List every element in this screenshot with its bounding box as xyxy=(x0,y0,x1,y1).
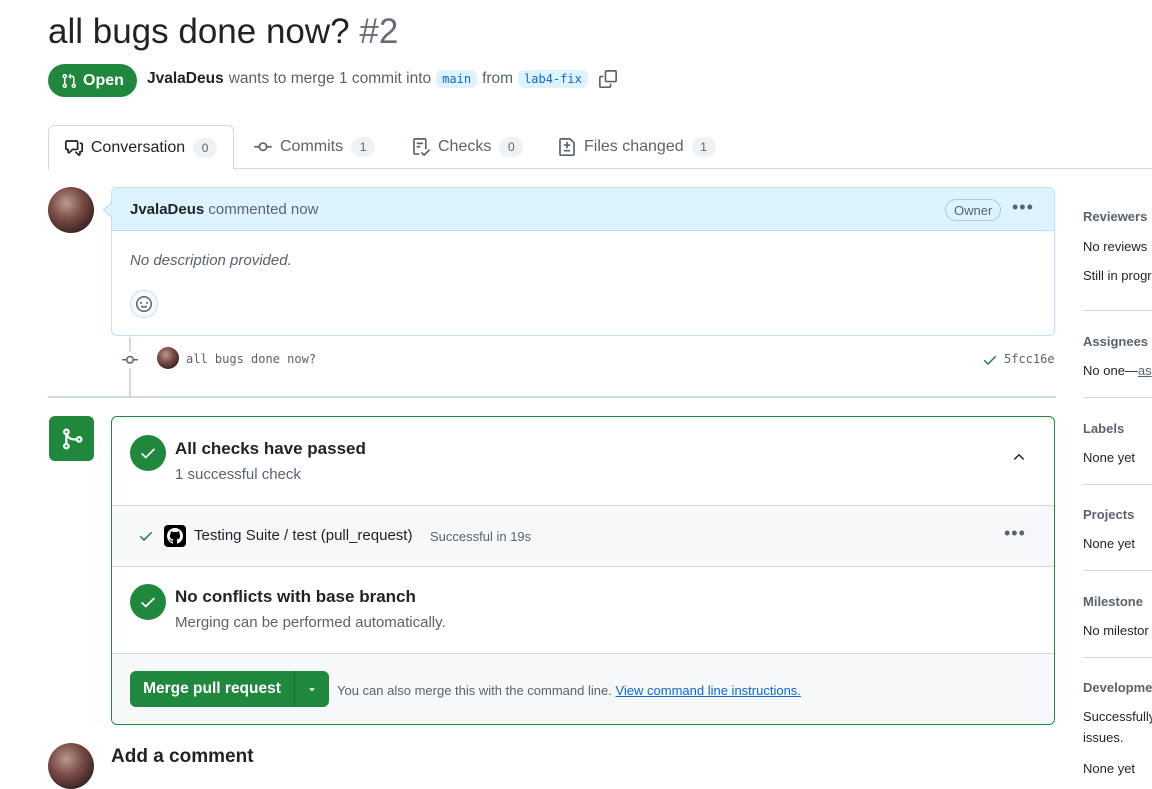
git-merge-icon xyxy=(62,428,83,449)
checks-subtitle: 1 successful check xyxy=(175,466,301,483)
development-value-2: issues. xyxy=(1083,730,1124,745)
tab-files-changed-label: Files changed xyxy=(584,138,684,155)
comment-box: JvalaDeus commented now Owner ••• No des… xyxy=(103,187,1055,336)
merge-options-dropdown[interactable] xyxy=(294,671,329,707)
commit-sha-link[interactable]: 5fcc16e xyxy=(1004,352,1055,366)
tab-checks-label: Checks xyxy=(438,138,492,155)
check-circle-icon xyxy=(130,584,166,620)
tab-conversation[interactable]: Conversation 0 xyxy=(48,125,234,170)
github-actions-icon xyxy=(164,525,186,547)
smiley-icon xyxy=(136,296,152,312)
pr-title-text: all bugs done now? xyxy=(48,12,350,51)
assignees-value: No one—as xyxy=(1083,363,1152,378)
cli-hint: You can also merge this with the command… xyxy=(337,683,801,698)
kebab-horizontal-icon[interactable]: ••• xyxy=(1012,197,1034,218)
projects-heading[interactable]: Projects xyxy=(1083,507,1134,522)
triangle-down-icon xyxy=(309,688,315,692)
check-run-status: Successful in 19s xyxy=(430,529,532,544)
commit-avatar[interactable] xyxy=(157,347,179,369)
git-commit-icon xyxy=(254,142,272,152)
conflicts-subtitle: Merging can be performed automatically. xyxy=(175,614,446,631)
status-badge: Open xyxy=(48,64,137,97)
sidebar-divider xyxy=(1083,484,1152,485)
assign-yourself-link[interactable]: as xyxy=(1138,363,1152,378)
tab-checks[interactable]: Checks 0 xyxy=(412,125,524,169)
page-title: all bugs done now? #2 xyxy=(48,12,398,52)
tab-commits-count: 1 xyxy=(351,137,376,157)
comment-action: commented now xyxy=(208,201,319,218)
git-pull-request-icon xyxy=(62,73,77,88)
merge-status-icon-box xyxy=(49,416,94,461)
tab-commits-label: Commits xyxy=(280,138,344,155)
projects-value: None yet xyxy=(1083,536,1136,551)
add-reaction-button[interactable] xyxy=(130,290,158,318)
assignees-none: No one— xyxy=(1083,363,1138,378)
reviewers-heading[interactable]: Reviewers xyxy=(1083,209,1147,224)
conflicts-title: No conflicts with base branch xyxy=(175,587,416,606)
merge-button-label[interactable]: Merge pull request xyxy=(130,671,294,707)
commit-message-link[interactable]: all bugs done now? xyxy=(186,352,316,366)
git-commit-icon xyxy=(122,352,138,368)
labels-heading[interactable]: Labels xyxy=(1083,421,1124,436)
comment-header: JvalaDeus commented now Owner ••• xyxy=(112,188,1054,231)
reviewers-value: No reviews xyxy=(1083,239,1148,254)
milestone-heading[interactable]: Milestone xyxy=(1083,594,1143,609)
milestone-value: No milestor xyxy=(1083,623,1149,638)
check-icon xyxy=(140,532,152,541)
reviewers-sub: Still in progr xyxy=(1083,268,1152,283)
checks-summary[interactable]: All checks have passed 1 successful chec… xyxy=(112,417,1054,505)
add-comment-heading: Add a comment xyxy=(111,746,254,767)
development-value-1: Successfully xyxy=(1083,709,1152,724)
comment-meta: JvalaDeus commented now xyxy=(130,201,318,218)
status-label: Open xyxy=(83,71,124,89)
check-circle-icon xyxy=(130,435,166,471)
tab-files-changed[interactable]: Files changed 1 xyxy=(558,125,716,169)
checks-title: All checks have passed xyxy=(175,439,366,458)
tab-conversation-label: Conversation xyxy=(90,139,186,156)
sidebar-divider xyxy=(1083,570,1152,571)
tab-files-changed-count: 1 xyxy=(691,137,716,157)
merge-box: All checks have passed 1 successful chec… xyxy=(111,416,1055,725)
sidebar-divider xyxy=(1083,310,1152,311)
comment-discussion-icon xyxy=(64,140,83,156)
sidebar-divider xyxy=(1083,657,1152,658)
conflicts-section: No conflicts with base branch Merging ca… xyxy=(112,565,1054,654)
check-run-row: Testing Suite / test (pull_request) Succ… xyxy=(112,505,1054,567)
base-branch[interactable]: main xyxy=(436,70,478,88)
development-value-3: None yet xyxy=(1083,761,1136,776)
labels-value: None yet xyxy=(1083,450,1136,465)
kebab-horizontal-icon[interactable]: ••• xyxy=(1004,523,1026,544)
avatar[interactable] xyxy=(48,187,94,233)
development-heading[interactable]: Developme xyxy=(1083,680,1152,695)
pr-author-link[interactable]: JvalaDeus xyxy=(147,70,224,88)
owner-badge: Owner xyxy=(945,199,1002,221)
sidebar-divider xyxy=(1083,397,1152,398)
assignees-heading[interactable]: Assignees xyxy=(1083,334,1148,349)
head-branch[interactable]: lab4-fix xyxy=(518,70,588,88)
pr-number: #2 xyxy=(359,12,399,51)
merge-pull-request-button[interactable]: Merge pull request xyxy=(130,671,329,707)
file-diff-icon xyxy=(559,138,575,156)
timeline-separator xyxy=(48,396,1056,398)
chevron-up-icon[interactable] xyxy=(1011,449,1027,465)
avatar[interactable] xyxy=(48,743,94,789)
comment-author-link[interactable]: JvalaDeus xyxy=(130,201,204,218)
pr-meta: JvalaDeus wants to merge 1 commit into m… xyxy=(147,70,617,88)
check-run-name-link[interactable]: Testing Suite / test (pull_request) xyxy=(194,527,412,544)
tab-commits[interactable]: Commits 1 xyxy=(254,125,376,169)
pr-merge-text: wants to merge 1 commit into xyxy=(228,70,432,87)
from-text: from xyxy=(482,70,514,87)
tab-checks-count: 0 xyxy=(499,137,524,157)
cli-hint-text: You can also merge this with the command… xyxy=(337,683,612,698)
comment-body: No description provided. xyxy=(130,252,292,269)
check-icon xyxy=(984,356,996,365)
checklist-icon xyxy=(413,138,430,156)
tab-conversation-count: 0 xyxy=(193,138,218,158)
copy-icon[interactable] xyxy=(598,70,617,88)
cli-instructions-link[interactable]: View command line instructions. xyxy=(615,683,800,698)
